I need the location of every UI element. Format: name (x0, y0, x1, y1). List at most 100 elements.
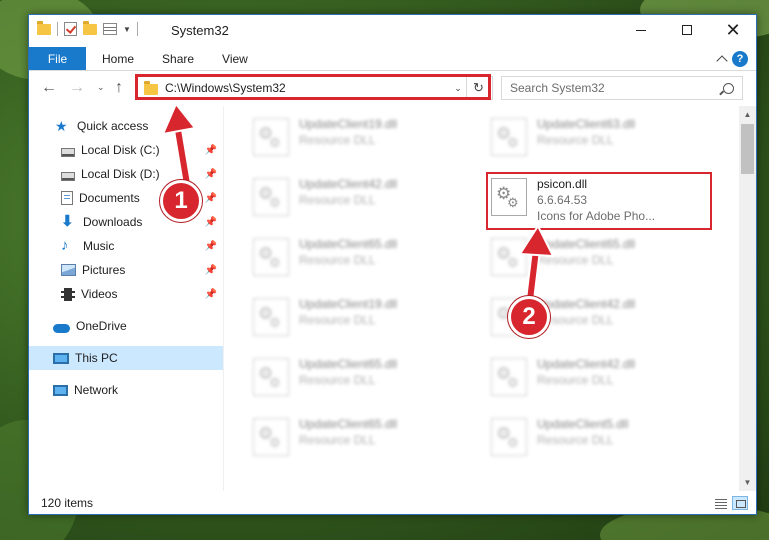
file-tile[interactable]: UpdateClient65.dll Resource DLL (249, 354, 469, 402)
minimize-button[interactable] (618, 15, 664, 45)
forward-arrow-icon[interactable]: → (69, 79, 85, 97)
sidebar-item-label: Local Disk (C:) (81, 143, 160, 157)
tab-home[interactable]: Home (86, 47, 148, 70)
pin-icon: 📌 (204, 216, 217, 228)
dll-file-icon (253, 418, 289, 456)
cloud-icon (53, 323, 70, 333)
close-button[interactable]: ✕ (710, 15, 756, 45)
file-tile[interactable]: UpdateClient42.dll Resource DLL (487, 354, 707, 402)
file-name: UpdateClient19.dll (299, 297, 398, 311)
dll-file-icon (253, 358, 289, 396)
file-tile[interactable]: UpdateClient65.dll Resource DLL (249, 234, 469, 282)
sidebar-item-videos[interactable]: Videos 📌 (29, 282, 223, 306)
dll-file-icon (253, 118, 289, 156)
sidebar-item-label: Pictures (82, 263, 126, 277)
sidebar-item-local-disk-d[interactable]: Local Disk (D:) 📌 (29, 162, 223, 186)
scrollbar-thumb[interactable] (741, 124, 754, 174)
search-box[interactable]: Search System32 (501, 76, 743, 100)
file-description: Resource DLL (299, 133, 376, 147)
file-name: UpdateClient63.dll (537, 117, 636, 131)
file-tile[interactable]: UpdateClient5.dll Resource DLL (487, 414, 707, 462)
sidebar-item-local-disk-c[interactable]: Local Disk (C:) 📌 (29, 138, 223, 162)
address-path: C:\Windows\System32 (165, 81, 286, 95)
file-name: UpdateClient42.dll (299, 177, 398, 191)
file-description: Resource DLL (299, 253, 376, 267)
properties-icon[interactable] (103, 23, 117, 35)
maximize-button[interactable] (664, 15, 710, 45)
sidebar-item-pictures[interactable]: Pictures 📌 (29, 258, 223, 282)
file-name: UpdateClient65.dll (537, 237, 636, 251)
scroll-down-icon[interactable]: ▼ (739, 474, 756, 491)
dll-file-icon (253, 238, 289, 276)
dll-file-icon (253, 178, 289, 216)
new-folder-icon[interactable] (83, 20, 97, 35)
sidebar-item-quick-access[interactable]: ★ Quick access (29, 114, 223, 138)
pin-icon: 📌 (204, 144, 217, 156)
address-dropdown-icon[interactable]: ⌄ (448, 77, 468, 99)
tab-file[interactable]: File (29, 47, 86, 70)
sidebar-item-onedrive[interactable]: OneDrive (29, 314, 223, 338)
sidebar-item-label: Documents (79, 191, 140, 205)
network-icon (53, 384, 68, 396)
dll-file-icon (253, 298, 289, 336)
computer-icon (53, 352, 69, 364)
tab-view[interactable]: View (208, 47, 262, 70)
sidebar-item-network[interactable]: Network (29, 378, 223, 402)
title-bar: ▼ System32 ✕ (29, 15, 756, 47)
documents-icon (61, 191, 73, 205)
toolbar-separator (57, 22, 58, 36)
file-highlight (486, 172, 712, 230)
pin-icon: 📌 (204, 192, 217, 204)
pin-icon: 📌 (204, 240, 217, 252)
back-arrow-icon[interactable]: ← (41, 79, 57, 97)
download-arrow-icon: ⬇ (61, 213, 74, 230)
toolbar-separator (136, 22, 138, 36)
file-name: UpdateClient65.dll (299, 417, 398, 431)
address-bar[interactable]: C:\Windows\System32 ⌄ (137, 76, 493, 100)
details-view-icon[interactable] (712, 496, 728, 510)
music-note-icon: ♪ (61, 237, 69, 254)
file-tile[interactable]: UpdateClient42.dll Resource DLL (249, 174, 469, 222)
file-tile[interactable]: UpdateClient19.dll Resource DLL (249, 294, 469, 342)
item-count: 120 items (41, 496, 94, 510)
refresh-button[interactable]: ↻ (466, 76, 490, 100)
pane-divider[interactable] (223, 106, 224, 491)
file-tile[interactable]: UpdateClient19.dll Resource DLL (249, 114, 469, 162)
search-placeholder: Search System32 (510, 81, 605, 95)
quick-access-toolbar: ▼ (37, 20, 138, 36)
large-icons-view-icon[interactable] (732, 496, 748, 510)
sidebar-item-label: Videos (81, 287, 118, 301)
file-name: UpdateClient65.dll (299, 357, 398, 371)
search-icon (723, 82, 734, 94)
scroll-up-icon[interactable]: ▲ (739, 106, 756, 123)
status-bar: 120 items (29, 491, 756, 514)
pin-icon: 📌 (204, 168, 217, 180)
sidebar-item-this-pc[interactable]: This PC (29, 346, 223, 370)
help-icon[interactable]: ? (732, 50, 748, 67)
expand-ribbon-chevron-icon[interactable] (716, 54, 728, 67)
sidebar-item-label: This PC (75, 351, 118, 365)
sidebar-item-music[interactable]: ♪ Music 📌 (29, 234, 223, 258)
properties-check-icon[interactable] (64, 22, 77, 36)
window-controls: ✕ (618, 15, 756, 45)
refresh-icon: ↻ (473, 80, 484, 95)
file-tile[interactable]: UpdateClient65.dll Resource DLL (487, 234, 707, 282)
up-arrow-icon[interactable]: ↑ (115, 79, 123, 97)
tab-share[interactable]: Share (148, 47, 208, 70)
film-icon (61, 287, 75, 301)
maximize-icon (682, 25, 692, 35)
ribbon-tabs: File Home Share View ? (29, 47, 756, 71)
file-tile[interactable]: UpdateClient65.dll Resource DLL (249, 414, 469, 462)
file-description: Resource DLL (537, 133, 614, 147)
dll-file-icon (491, 418, 527, 456)
dll-file-icon (491, 358, 527, 396)
customize-toolbar-dropdown-icon[interactable]: ▼ (123, 25, 131, 34)
ribbon-right-controls: ? (716, 47, 756, 70)
sidebar-item-label: Network (74, 383, 119, 397)
vertical-scrollbar[interactable]: ▲ ▼ (739, 106, 756, 491)
file-list: UpdateClient19.dll Resource DLL UpdateCli… (225, 106, 740, 491)
sidebar-item-label: Quick access (77, 119, 149, 133)
file-tile[interactable]: UpdateClient63.dll Resource DLL (487, 114, 707, 162)
drive-icon (61, 147, 75, 157)
recent-locations-chevron-icon[interactable]: ⌄ (97, 82, 105, 93)
